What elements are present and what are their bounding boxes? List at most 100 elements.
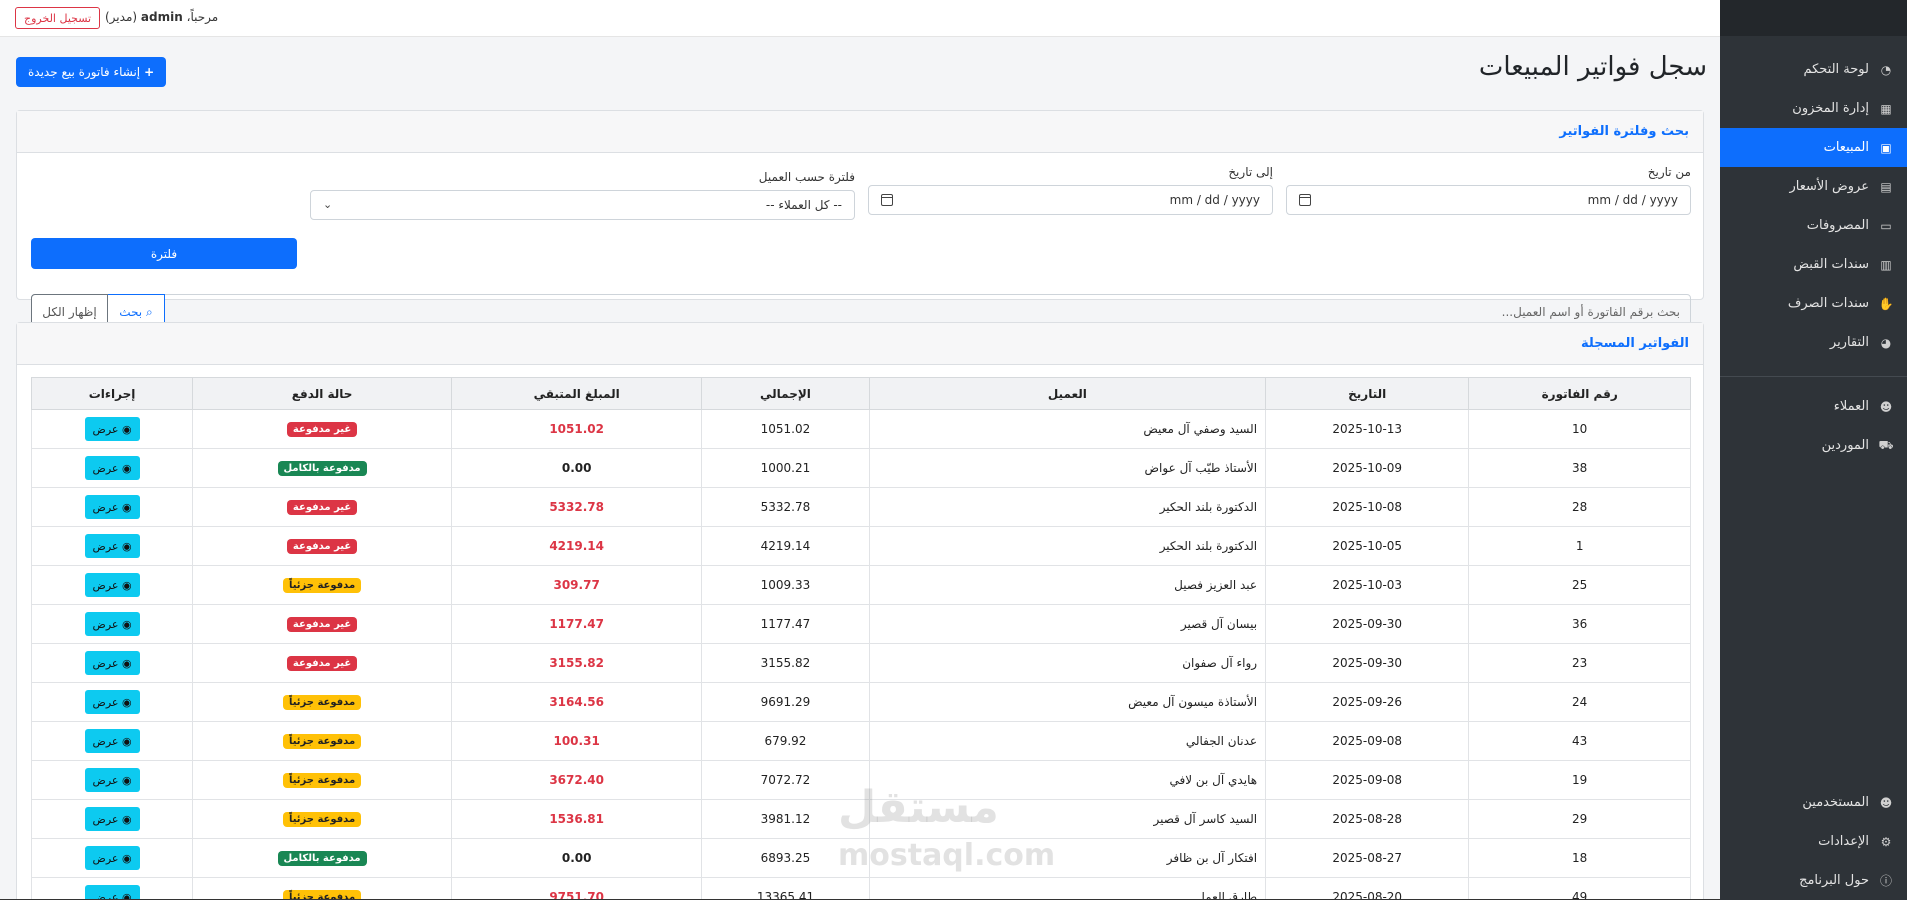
view-button-label: عرض [92,773,119,787]
invoice-date-cell: 2025-10-05 [1265,526,1470,566]
remaining-cell: 3164.56 [451,682,703,722]
table-row[interactable]: 36 2025-09-30 بيسان آل قصير 1177.47 1177.47 غ… [30,604,1691,644]
sidebar-item-label: الموردين [1821,438,1869,453]
table-row[interactable]: 49 2025-08-20 طارق العمل 13365.41 9751.70 مدف… [30,877,1691,900]
hand-money-icon: ✋ [1878,296,1894,311]
table-row[interactable]: 25 2025-10-03 عبد العزيز فصيل 1009.33 309.77… [30,565,1691,605]
sidebar-item-users-cog[interactable]: ☻ المستخدمين [1720,783,1907,822]
view-button[interactable]: ◉ عرض [84,807,140,831]
sidebar-item-label: إدارة المخزون [1792,101,1869,116]
sidebar-item-money[interactable]: ▭ المصروفات [1720,206,1907,245]
table-row[interactable]: 19 2025-09-08 هايدي آل بن لافي 7072.72 3672.… [30,760,1691,800]
status-badge: غير مدفوعة [286,500,358,515]
eye-icon: ◉ [118,851,132,865]
eye-icon: ◉ [118,422,132,436]
new-invoice-button[interactable]: +إنشاء فاتورة بيع جديدة [16,57,167,87]
customer-cell: رواء آل صفوان [868,643,1267,683]
sidebar-item-dashboard[interactable]: ◔ لوحة التحكم [1720,50,1907,89]
invoice-date-cell: 2025-08-27 [1265,838,1470,878]
sidebar-item-file[interactable]: ▤ عروض الأسعار [1720,167,1907,206]
total-cell: 3155.82 [701,643,870,683]
table-row[interactable]: 1 2025-10-05 الدكتورة بلند الحكير 4219.14 42… [30,526,1691,566]
sidebar-item-boxes[interactable]: ▦ إدارة المخزون [1720,89,1907,128]
view-button[interactable]: ◉ عرض [84,729,140,753]
view-button-label: عرض [92,617,119,631]
sidebar-item-users[interactable]: ☻ العملاء [1720,387,1907,426]
view-button[interactable]: ◉ عرض [84,417,140,441]
column-header: العميل [868,377,1267,410]
invoices-table: رقم الفاتورة التاريخ العميل الإجمالي المبلغ … [30,377,1691,900]
customer-filter-label: فلترة حسب العميل [758,170,855,184]
to-date-label: إلى تاريخ [1228,165,1273,179]
table-row[interactable]: 43 2025-09-08 عدنان الجفالي 679.92 100.31 مدف… [30,721,1691,761]
to-date-input[interactable]: mm / dd / yyyy [868,185,1273,215]
table-row[interactable]: 29 2025-08-28 السيد كاسر آل قصير 3981.12 153… [30,799,1691,839]
customer-cell: افتكار آل بن ظافر [868,838,1267,878]
eye-icon: ◉ [118,734,132,748]
eye-icon: ◉ [118,695,132,709]
table-row[interactable]: 23 2025-09-30 رواء آل صفوان 3155.82 3155.82 غ… [30,643,1691,683]
table-row[interactable]: 10 2025-10-13 السيد وصفي آل معيض 1051.02 105… [30,409,1691,449]
sidebar-item-hand-money[interactable]: ✋ سندات الصرف [1720,284,1907,323]
filter-button[interactable]: فلترة [31,238,297,269]
customer-cell: عدنان الجفالي [868,721,1267,761]
table-row[interactable]: 38 2025-10-09 الأستاذ طيّب آل عواض 1000.21 0… [30,448,1691,488]
view-button[interactable]: ◉ عرض [84,456,140,480]
total-cell: 4219.14 [701,526,870,566]
sidebar-item-gear[interactable]: ⚙ الإعدادات [1720,822,1907,861]
table-row[interactable]: 24 2025-09-26 الأستاذة ميسون آل معيض 9691.2… [30,682,1691,722]
sidebar-item-label: المصروفات [1806,218,1869,233]
invoice-number-cell: 25 [1468,565,1691,605]
column-header: إجراءات [30,377,194,410]
view-button[interactable]: ◉ عرض [84,573,140,597]
sidebar-item-label: لوحة التحكم [1803,62,1869,77]
invoice-number-cell: 49 [1468,877,1691,900]
total-cell: 13365.41 [701,877,870,900]
view-button[interactable]: ◉ عرض [84,495,140,519]
welcome-prefix: مرحباً، [186,10,219,24]
cash-register-icon: ▣ [1880,140,1892,155]
actions-cell: ◉ عرض [30,682,194,722]
status-cell: مدفوعة بالكامل [192,448,453,488]
gear-icon: ⚙ [1880,834,1892,849]
sidebar-item-truck[interactable]: ⛟ الموردين [1720,426,1907,465]
from-date-input[interactable]: mm / dd / yyyy [1286,185,1691,215]
boxes-icon: ▦ [1880,101,1892,116]
view-button[interactable]: ◉ عرض [84,846,140,870]
sidebar-item-cash-register[interactable]: ▣ المبيعات [1720,128,1907,167]
actions-cell: ◉ عرض [30,877,194,900]
invoices-card: الفواتير المسجلة رقم الفاتورة التاريخ العم… [16,322,1704,900]
total-cell: 1177.47 [701,604,870,644]
status-cell: مدفوعة بالكامل [192,838,453,878]
view-button[interactable]: ◉ عرض [84,690,140,714]
logout-button[interactable]: تسجيل الخروج [15,7,101,29]
view-button[interactable]: ◉ عرض [84,768,140,792]
sidebar-item-chart-pie[interactable]: ◕ التقارير [1720,323,1907,362]
view-button[interactable]: ◉ عرض [84,651,140,675]
invoice-date-cell: 2025-08-28 [1265,799,1470,839]
view-button-label: عرض [92,422,119,436]
search-input[interactable]: بحث برقم الفاتورة أو اسم العميل... [1502,305,1680,319]
customer-select[interactable]: -- كل العملاء -- ⌄ [310,190,855,220]
table-row[interactable]: 28 2025-10-08 الدكتورة بلند الحكير 5332.78 5… [30,487,1691,527]
sidebar: ◔ لوحة التحكم ▦ إدارة المخزون ▣ المبيعات ▤ عروض… [1720,0,1907,900]
calendar-icon[interactable] [1299,194,1311,206]
sidebar-divider [1720,376,1907,377]
view-button[interactable]: ◉ عرض [84,612,140,636]
remaining-cell: 0.00 [451,838,703,878]
actions-cell: ◉ عرض [30,448,194,488]
remaining-cell: 1177.47 [451,604,703,644]
invoice-date-cell: 2025-09-08 [1265,721,1470,761]
view-button[interactable]: ◉ عرض [84,885,140,900]
sidebar-item-receipt[interactable]: ▥ سندات القبض [1720,245,1907,284]
view-button-label: عرض [92,500,119,514]
calendar-icon[interactable] [881,194,893,206]
invoice-date-cell: 2025-09-30 [1265,643,1470,683]
view-button-label: عرض [92,695,119,709]
customer-cell: الدكتورة بلند الحكير [868,487,1267,527]
sidebar-item-info[interactable]: ⓘ حول البرنامج [1720,861,1907,900]
customer-cell: طارق العمل [868,877,1267,900]
table-row[interactable]: 18 2025-08-27 افتكار آل بن ظافر 6893.25 0.00… [30,838,1691,878]
view-button[interactable]: ◉ عرض [84,534,140,558]
status-badge: مدفوعة جزئياً [282,773,362,788]
